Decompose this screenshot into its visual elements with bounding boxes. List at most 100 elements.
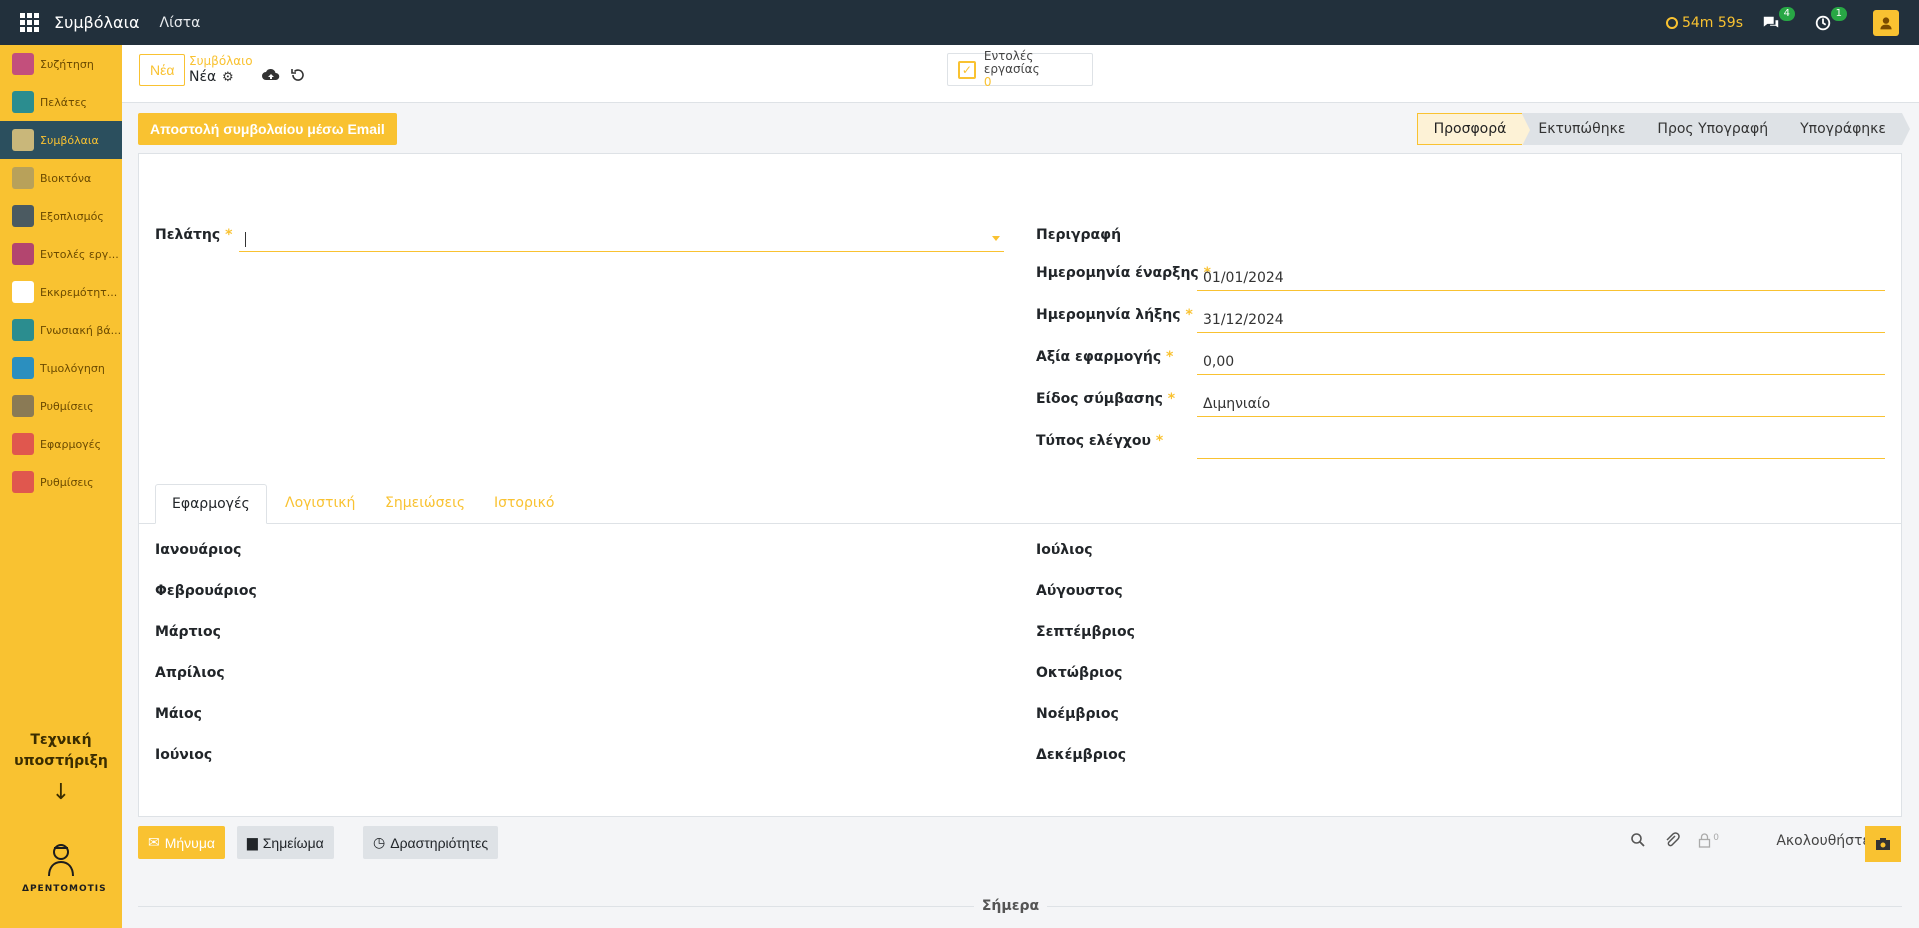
tab-2[interactable]: Σημειώσεις	[369, 484, 481, 524]
breadcrumb-parent[interactable]: Συμβόλαιο	[189, 54, 253, 68]
sidebar-item-label: Βιοκτόνα	[40, 171, 92, 185]
month-label: Ιούλιος	[1036, 542, 1093, 558]
settings-icon	[12, 395, 34, 417]
sidebar-item-label: Εξοπλισμός	[40, 209, 104, 223]
tab-0[interactable]: Εφαρμογές	[155, 484, 267, 524]
arrow-down-icon: ↓	[51, 780, 71, 805]
customer-input[interactable]	[239, 226, 1004, 252]
application-value-label: Αξία εφαρμογής *	[1036, 349, 1174, 365]
sidebar-item-10[interactable]: Εφαρμογές	[0, 425, 122, 463]
contract-icon	[12, 129, 34, 151]
sidebar-item-label: Τιμολόγηση	[40, 361, 105, 375]
activity-clock-icon	[1815, 15, 1831, 30]
activities-badge: 1	[1830, 6, 1847, 21]
month-label: Ιανουάριος	[155, 542, 242, 558]
undo-icon[interactable]	[290, 67, 306, 83]
form-sheet: Πελάτης * Περιγραφή Ημερομηνία έναρξης *…	[138, 153, 1902, 817]
send-message-button[interactable]: ✉ Μήνυμα	[138, 826, 225, 859]
month-label: Οκτώβριος	[1036, 665, 1123, 681]
month-label: Σεπτέμβριος	[1036, 624, 1135, 640]
control-type-label: Τύπος ελέγχου *	[1036, 433, 1164, 449]
month-label: Απρίλιος	[155, 665, 225, 681]
dropdown-caret-icon[interactable]	[992, 236, 1000, 241]
sidebar-item-9[interactable]: Ρυθμίσεις	[0, 387, 122, 425]
apps-icon	[12, 433, 34, 455]
follow-button[interactable]	[1865, 826, 1901, 862]
knowledge-icon	[12, 319, 34, 341]
equipment-icon	[12, 205, 34, 227]
month-label: Ιούνιος	[155, 747, 213, 763]
sidebar-item-0[interactable]: Συζήτηση	[0, 45, 122, 83]
new-button[interactable]: Νέα	[139, 54, 186, 86]
messages-button[interactable]: 4	[1761, 6, 1795, 33]
schedule-activity-button[interactable]: ◷ Δραστηριότητες	[363, 826, 499, 859]
timer-value: 54m 59s	[1681, 14, 1743, 31]
workorder-icon	[12, 243, 34, 265]
sidebar-item-label: Συζήτηση	[40, 57, 94, 71]
contacts-icon	[12, 91, 34, 113]
activities-button[interactable]: 1	[1813, 6, 1847, 33]
sidebar-item-1[interactable]: Πελάτες	[0, 83, 122, 121]
description-label: Περιγραφή	[1036, 227, 1122, 243]
pending-icon	[12, 281, 34, 303]
control-type-select[interactable]	[1197, 433, 1885, 459]
search-icon[interactable]	[1630, 832, 1646, 848]
sidebar-item-8[interactable]: Τιμολόγηση	[0, 349, 122, 387]
support-label[interactable]: Τεχνική υποστήριξη	[0, 730, 122, 772]
end-date-input[interactable]: 31/12/2024	[1197, 307, 1885, 333]
exterminator-logo-icon	[48, 844, 74, 877]
follow-label[interactable]: Ακολουθήστε	[1776, 833, 1870, 849]
sidebar: Συζήτηση Πελάτες Συμβόλαια Βιοκτόνα Εξοπλισμ…	[0, 45, 122, 928]
sidebar-item-label: Ρυθμίσεις	[40, 475, 94, 489]
checkbox-icon: ✓	[958, 60, 976, 79]
paperclip-icon[interactable]	[1664, 832, 1681, 848]
log-note-button[interactable]: ▆ Σημείωμα	[237, 826, 334, 859]
contract-type-select[interactable]: Διμηνιαίο	[1197, 391, 1885, 417]
biocide-icon	[12, 167, 34, 189]
send-contract-email-button[interactable]: Αποστολή συμβολαίου μέσω Email	[138, 113, 397, 145]
start-date-input[interactable]: 01/01/2024	[1197, 265, 1885, 291]
sidebar-item-4[interactable]: Εξοπλισμός	[0, 197, 122, 235]
sidebar-item-11[interactable]: Ρυθμίσεις	[0, 463, 122, 501]
camera-icon	[1876, 838, 1890, 850]
timer[interactable]: 54m 59s	[1665, 14, 1743, 31]
tab-1[interactable]: Λογιστική	[269, 484, 371, 524]
menu-list[interactable]: Λίστα	[160, 15, 201, 31]
stage-bar: Προσφορά Εκτυπώθηκε Προς Υπογραφή Υπογράφηκ…	[1416, 113, 1910, 146]
app-grid-icon[interactable]	[20, 12, 40, 33]
company-logo: ΔΡΕΝΤΟΜΟΤΙS	[22, 840, 107, 894]
sidebar-item-5[interactable]: Εντολές εργ...	[0, 235, 122, 273]
end-date-label: Ημερομηνία λήξης *	[1036, 307, 1193, 323]
control-panel: Νέα Συμβόλαιο Νέα ⚙ ✓ Εντολές εργασίας 0	[122, 45, 1919, 103]
sidebar-item-label: Γνωσιακή βά...	[40, 323, 122, 337]
contract-type-label: Είδος σύμβασης *	[1036, 391, 1176, 407]
sidebar-item-3[interactable]: Βιοκτόνα	[0, 159, 122, 197]
stage-2[interactable]: Προς Υπογραφή	[1641, 113, 1792, 145]
work-orders-label: Εντολές εργασίας	[983, 49, 1040, 76]
followers-count: 0	[1713, 832, 1719, 843]
clock-icon	[1665, 16, 1678, 29]
gear-icon[interactable]: ⚙	[222, 70, 234, 85]
cloud-upload-icon[interactable]	[262, 67, 280, 83]
sidebar-item-label: Συμβόλαια	[40, 133, 99, 147]
followers-button[interactable]: 0	[1698, 833, 1719, 848]
sidebar-item-label: Ρυθμίσεις	[40, 399, 94, 413]
user-avatar[interactable]	[1873, 9, 1899, 36]
tab-3[interactable]: Ιστορικό	[478, 484, 570, 524]
breadcrumb-current: Νέα	[189, 69, 217, 85]
sidebar-item-label: Εντολές εργ...	[40, 247, 119, 261]
stage-1[interactable]: Εκτυπώθηκε	[1522, 113, 1650, 145]
stage-0[interactable]: Προσφορά	[1416, 113, 1531, 146]
work-orders-smart-button[interactable]: ✓ Εντολές εργασίας 0	[947, 49, 1093, 89]
sidebar-item-6[interactable]: Εκκρεμότητ...	[0, 273, 122, 311]
month-label: Νοέμβριος	[1036, 706, 1119, 722]
sidebar-item-2[interactable]: Συμβόλαια	[0, 121, 122, 159]
top-navbar: Συμβόλαια Λίστα 54m 59s 4 1	[0, 0, 1919, 45]
application-value-input[interactable]: 0,00	[1197, 349, 1885, 375]
chat-bubbles-icon	[1763, 16, 1779, 27]
logo-text: ΔΡΕΝΤΟΜΟΤΙS	[22, 884, 107, 894]
stage-3[interactable]: Υπογράφηκε	[1784, 113, 1910, 145]
sidebar-item-7[interactable]: Γνωσιακή βά...	[0, 311, 122, 349]
app-title[interactable]: Συμβόλαια	[54, 13, 140, 32]
messages-badge: 4	[1778, 6, 1795, 21]
